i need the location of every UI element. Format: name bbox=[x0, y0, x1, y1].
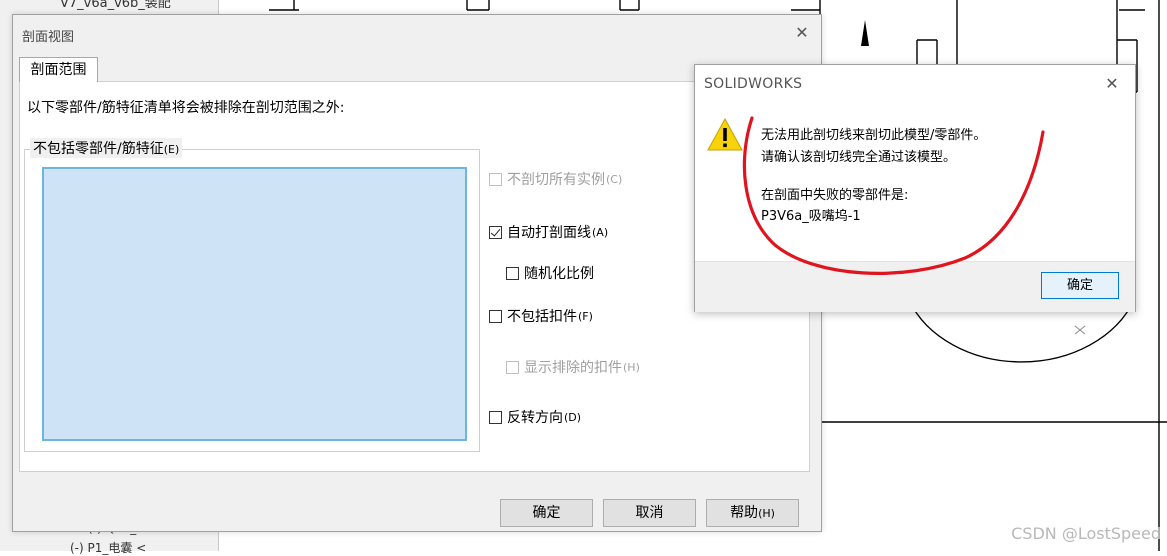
help-label: 帮助 bbox=[730, 505, 759, 521]
close-icon[interactable]: ✕ bbox=[792, 23, 812, 43]
option-label: 不剖切所有实例 bbox=[507, 172, 605, 188]
tab-section-range[interactable]: 剖面范围 bbox=[19, 57, 98, 82]
message-title: SOLIDWORKS bbox=[704, 76, 803, 92]
option-label: 随机化比例 bbox=[524, 266, 594, 282]
exclude-group-text: 不包括零部件/筋特征 bbox=[33, 141, 164, 157]
exclude-description: 以下零部件/筋特征清单将会被排除在剖切范围之外: bbox=[27, 100, 345, 116]
option-hotkey: (H) bbox=[623, 360, 640, 374]
checkbox[interactable] bbox=[506, 360, 519, 374]
checkbox[interactable] bbox=[489, 410, 502, 424]
close-icon[interactable]: ✕ bbox=[1102, 74, 1122, 94]
dimension-arrow bbox=[861, 20, 869, 46]
option-flip-direction[interactable]: 反转方向 (D) bbox=[489, 407, 581, 427]
tree-item-part-2[interactable]: (-) P1_电囊 < bbox=[70, 539, 146, 556]
option-auto-hatching[interactable]: 自动打剖面线 (A) bbox=[489, 222, 608, 242]
option-randomize-scale[interactable]: 随机化比例 bbox=[506, 263, 594, 283]
checkbox[interactable] bbox=[506, 266, 519, 280]
option-hotkey: (D) bbox=[564, 410, 582, 424]
exclude-group-label: 不包括零部件/筋特征(E) bbox=[30, 138, 183, 158]
option-hotkey: (A) bbox=[592, 225, 609, 239]
option-dont-cut-all-instances[interactable]: 不剖切所有实例 (C) bbox=[489, 169, 622, 189]
tree-item-assembly[interactable]: V7_v6a_v6b_装配 bbox=[60, 0, 171, 11]
exclude-group-hotkey: (E) bbox=[163, 143, 180, 156]
dialog-title: 剖面视图 bbox=[22, 30, 75, 45]
option-exclude-fasteners[interactable]: 不包括扣件 (F) bbox=[489, 306, 593, 326]
option-show-excluded-fasteners[interactable]: 显示排除的扣件 (H) bbox=[506, 357, 640, 377]
exclude-components-list[interactable] bbox=[42, 167, 467, 441]
option-label: 反转方向 bbox=[507, 410, 563, 426]
checkbox[interactable] bbox=[489, 309, 502, 323]
solidworks-message-box: SOLIDWORKS ✕ 无法用此剖切线来剖切此模型/零部件。 请确认该剖切线完… bbox=[694, 64, 1136, 312]
checkbox[interactable] bbox=[489, 172, 502, 186]
help-hotkey: (H) bbox=[758, 507, 775, 520]
option-hotkey: (F) bbox=[578, 309, 593, 323]
option-hotkey: (C) bbox=[606, 172, 623, 186]
message-line-1: 无法用此剖切线来剖切此模型/零部件。 bbox=[761, 128, 987, 143]
watermark: CSDN @LostSpeed bbox=[1011, 524, 1161, 543]
message-line-4: P3V6a_吸嘴坞-1 bbox=[761, 209, 861, 224]
option-label: 自动打剖面线 bbox=[507, 225, 591, 241]
message-ok-button[interactable]: 确定 bbox=[1041, 272, 1119, 299]
message-line-2: 请确认该剖切线完全通过该模型。 bbox=[761, 150, 957, 165]
cancel-button[interactable]: 取消 bbox=[603, 499, 696, 527]
ok-button[interactable]: 确定 bbox=[500, 499, 593, 527]
option-label: 不包括扣件 bbox=[507, 309, 577, 325]
help-button[interactable]: 帮助(H) bbox=[706, 499, 799, 527]
message-line-3: 在剖面中失败的零部件是: bbox=[761, 188, 909, 203]
option-label: 显示排除的扣件 bbox=[524, 360, 622, 376]
checkbox-checked[interactable] bbox=[489, 225, 502, 239]
warning-icon bbox=[707, 117, 743, 151]
